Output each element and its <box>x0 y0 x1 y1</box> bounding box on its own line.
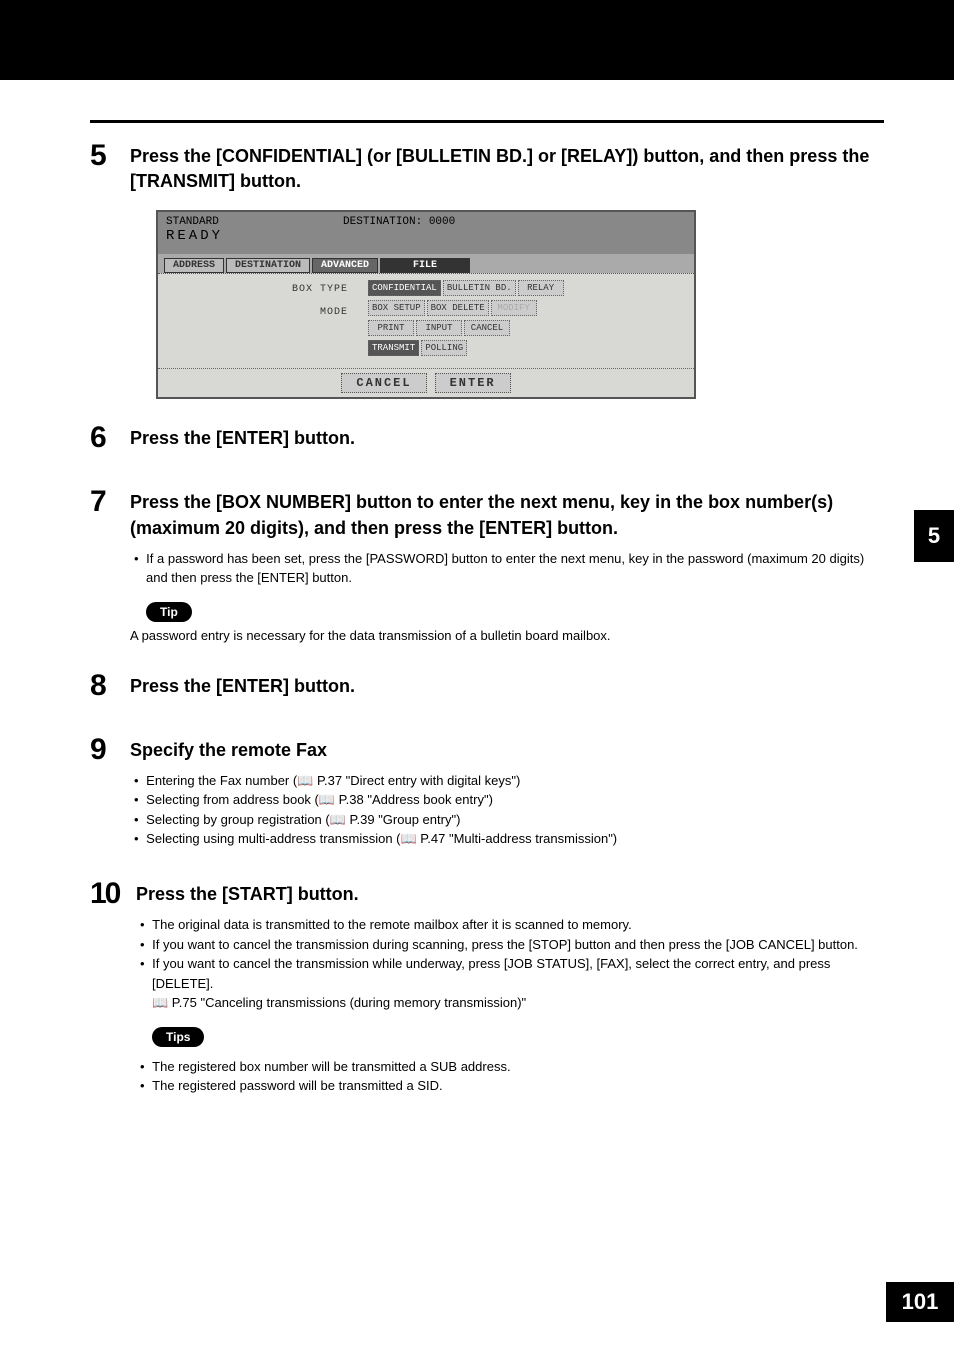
shot-ready: READY <box>166 228 223 244</box>
page-content: 5 Press the [CONFIDENTIAL] (or [BULLETIN… <box>0 80 954 1096</box>
btn-modify: MODIFY <box>491 300 537 316</box>
step-title: Press the [START] button. <box>136 882 884 907</box>
step9-bullet: Selecting by group registration (📖 P.39 … <box>146 810 884 830</box>
step10-bullet: The original data is transmitted to the … <box>152 915 884 935</box>
step9-bullet: Selecting from address book (📖 P.38 "Add… <box>146 790 884 810</box>
chapter-tab: 5 <box>914 510 954 562</box>
btn-cancel-mode[interactable]: CANCEL <box>464 320 510 336</box>
device-screenshot: STANDARD READY DESTINATION: 0000 ADDRESS… <box>156 210 696 399</box>
shot-standard: STANDARD <box>166 216 219 228</box>
step-number: 8 <box>90 671 130 701</box>
step-number: 5 <box>90 141 130 171</box>
step-title: Press the [ENTER] button. <box>130 426 884 451</box>
shot-destination: DESTINATION: 0000 <box>343 216 455 244</box>
step-title: Specify the remote Fax <box>130 738 884 763</box>
footer-cancel[interactable]: CANCEL <box>341 373 426 393</box>
step9-bullet: Selecting using multi-address transmissi… <box>146 829 884 849</box>
step-9: 9 Specify the remote Fax Entering the Fa… <box>90 735 884 849</box>
step-title: Press the [ENTER] button. <box>130 674 884 699</box>
btn-confidential[interactable]: CONFIDENTIAL <box>368 280 441 296</box>
btn-transmit[interactable]: TRANSMIT <box>368 340 419 356</box>
step-number: 10 <box>90 879 136 909</box>
page-number: 101 <box>886 1282 954 1322</box>
btn-print[interactable]: PRINT <box>368 320 414 336</box>
btn-relay[interactable]: RELAY <box>518 280 564 296</box>
step-number: 6 <box>90 423 130 453</box>
step-number: 7 <box>90 487 130 517</box>
step-6: 6 Press the [ENTER] button. <box>90 423 884 453</box>
step-7: 7 Press the [BOX NUMBER] button to enter… <box>90 487 884 654</box>
btn-input[interactable]: INPUT <box>416 320 462 336</box>
tab-advanced[interactable]: ADVANCED <box>312 258 378 273</box>
tip-pill: Tip <box>146 602 192 622</box>
top-rule <box>90 120 884 123</box>
step-title: Press the [CONFIDENTIAL] (or [BULLETIN B… <box>130 144 884 194</box>
btn-box-setup[interactable]: BOX SETUP <box>368 300 425 316</box>
btn-polling[interactable]: POLLING <box>421 340 467 356</box>
btn-bulletin[interactable]: BULLETIN BD. <box>443 280 516 296</box>
step-5: 5 Press the [CONFIDENTIAL] (or [BULLETIN… <box>90 141 884 194</box>
shot-footer: CANCEL ENTER <box>158 368 694 397</box>
step10-tip: The registered password will be transmit… <box>152 1076 884 1096</box>
step10-ref: 📖 P.75 "Canceling transmissions (during … <box>152 993 884 1013</box>
btn-box-delete[interactable]: BOX DELETE <box>427 300 489 316</box>
step7-bullet: If a password has been set, press the [P… <box>146 549 884 588</box>
tab-file[interactable]: FILE <box>380 258 470 273</box>
label-mode: MODE <box>168 307 348 318</box>
header-black-band <box>0 0 954 80</box>
tip-text: A password entry is necessary for the da… <box>130 628 884 643</box>
step10-tip: The registered box number will be transm… <box>152 1057 884 1077</box>
label-box-type: BOX TYPE <box>168 284 348 295</box>
footer-enter[interactable]: ENTER <box>435 373 511 393</box>
step10-bullet: If you want to cancel the transmission w… <box>152 954 884 993</box>
shot-body: BOX TYPE MODE CONFIDENTIAL BULLETIN BD. … <box>158 273 694 368</box>
step-8: 8 Press the [ENTER] button. <box>90 671 884 701</box>
step9-bullet: Entering the Fax number (📖 P.37 "Direct … <box>146 771 884 791</box>
shot-tabs: ADDRESS DESTINATION ADVANCED FILE <box>158 254 694 273</box>
step-10: 10 Press the [START] button. The origina… <box>90 879 884 1096</box>
shot-header: STANDARD READY DESTINATION: 0000 <box>158 212 694 254</box>
step10-bullet: If you want to cancel the transmission d… <box>152 935 884 955</box>
tab-address[interactable]: ADDRESS <box>164 258 224 273</box>
tab-destination[interactable]: DESTINATION <box>226 258 310 273</box>
tips-pill: Tips <box>152 1027 204 1047</box>
step-number: 9 <box>90 735 130 765</box>
step-title: Press the [BOX NUMBER] button to enter t… <box>130 490 884 540</box>
